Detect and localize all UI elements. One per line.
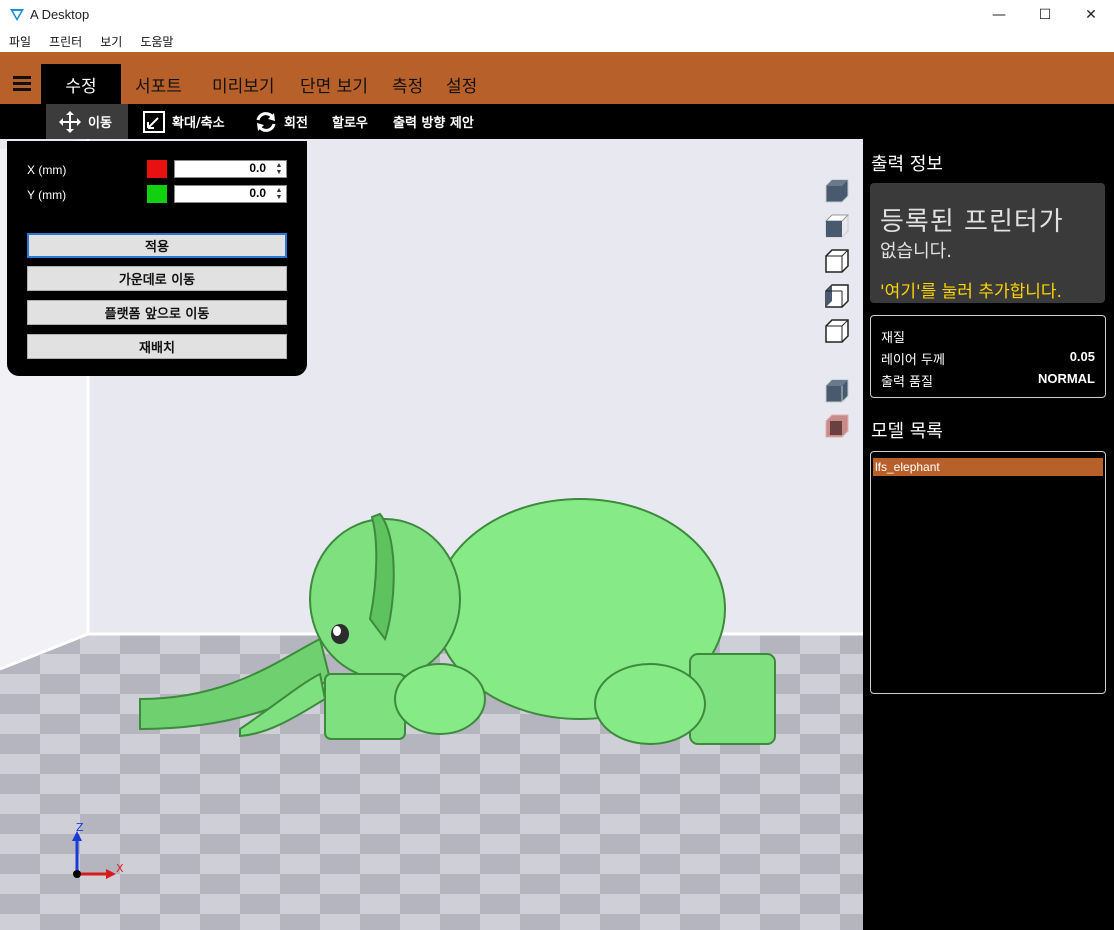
view-iso-cube-icon[interactable] <box>824 178 850 204</box>
hollow-tool-button[interactable]: 할로우 <box>332 104 368 139</box>
menu-view[interactable]: 보기 <box>91 30 131 52</box>
rotate-tool-label: 회전 <box>284 116 308 131</box>
window-title: A Desktop <box>30 7 90 22</box>
menu-help[interactable]: 도움말 <box>131 30 182 52</box>
close-button[interactable]: ✕ <box>1068 0 1114 30</box>
tab-settings[interactable]: 설정 <box>446 64 477 104</box>
apply-button[interactable]: 적용 <box>27 233 287 258</box>
material-label: 재질 <box>881 331 905 346</box>
orientation-suggest-label: 출력 방향 제안 <box>393 116 474 131</box>
menu-bar: 파일 프린터 보기 도움말 <box>0 30 1114 52</box>
y-spin-icon[interactable]: ▲ ▼ <box>273 187 285 201</box>
no-printer-box[interactable]: 등록된 프린터가 없습니다. '여기'를 눌러 추가합니다. <box>870 183 1105 303</box>
layer-thickness-label: 레이어 두께 <box>881 353 945 368</box>
layer-thickness-value: 0.05 <box>1069 349 1095 364</box>
print-settings-box: 재질 레이어 두께 0.05 출력 품질 NORMAL <box>870 315 1106 398</box>
maximize-button[interactable]: ☐ <box>1022 0 1068 30</box>
view-perspective-cube-icon[interactable] <box>824 378 850 404</box>
material-row: 재질 <box>881 327 1095 346</box>
y-input-value: 0.0 <box>249 186 266 200</box>
rotate-icon <box>256 111 276 132</box>
tab-edit[interactable]: 수정 <box>41 64 121 104</box>
move-to-center-button[interactable]: 가운데로 이동 <box>27 266 287 291</box>
print-quality-value: NORMAL <box>1037 371 1095 386</box>
title-bar: A Desktop — ☐ ✕ <box>0 0 1114 30</box>
move-arrows-icon <box>59 110 81 133</box>
scale-tool-label: 확대/축소 <box>172 116 225 131</box>
print-quality-label: 출력 품질 <box>881 375 933 390</box>
tab-section-view[interactable]: 단면 보기 <box>300 64 368 104</box>
view-front-cube-icon[interactable] <box>824 248 850 274</box>
view-left-cube-icon[interactable] <box>824 283 850 309</box>
z-axis-label: Z <box>76 821 84 834</box>
scale-icon <box>143 110 165 133</box>
add-printer-link[interactable]: '여기'를 눌러 추가합니다. <box>880 277 1062 302</box>
no-printer-line2: 없습니다. <box>880 241 952 262</box>
hamburger-menu-icon[interactable] <box>13 76 31 92</box>
move-tool-button[interactable]: 이동 <box>46 104 128 139</box>
move-tool-label: 이동 <box>88 116 112 131</box>
model-list: lfs_elephant <box>870 451 1106 694</box>
app-logo-icon <box>10 9 24 21</box>
edit-toolbar: 이동 확대/축소 회전 할로우 출력 방향 제안 <box>0 104 1114 139</box>
menu-file[interactable]: 파일 <box>0 30 40 52</box>
y-input[interactable]: 0.0 ▲ ▼ <box>174 185 287 203</box>
tab-measure[interactable]: 측정 <box>392 64 423 104</box>
no-printer-line1: 등록된 프린터가 <box>880 207 1064 237</box>
view-reset-cube-icon[interactable] <box>824 413 850 439</box>
hollow-tool-label: 할로우 <box>332 116 368 131</box>
model-list-item[interactable]: lfs_elephant <box>873 458 1103 476</box>
y-color-swatch <box>147 185 167 203</box>
move-to-platform-front-button[interactable]: 플랫폼 앞으로 이동 <box>27 300 287 325</box>
layer-thickness-row: 레이어 두께 0.05 <box>881 349 1095 368</box>
minimize-button[interactable]: — <box>976 0 1022 30</box>
move-panel: X (mm) 0.0 ▲ ▼ Y (mm) 0.0 ▲ ▼ 적용 가운데로 이동 플… <box>7 141 307 376</box>
x-field-label: X (mm) <box>27 163 67 177</box>
view-right-cube-icon[interactable] <box>824 318 850 344</box>
tab-preview[interactable]: 미리보기 <box>212 64 275 104</box>
side-panel: 출력 정보 등록된 프린터가 없습니다. '여기'를 눌러 추가합니다. 재질 … <box>863 139 1114 930</box>
x-axis-label: X <box>116 862 124 875</box>
model-list-heading: 모델 목록 <box>871 421 943 442</box>
x-input[interactable]: 0.0 ▲ ▼ <box>174 160 287 178</box>
print-info-heading: 출력 정보 <box>871 154 943 175</box>
orientation-suggest-button[interactable]: 출력 방향 제안 <box>393 104 474 139</box>
tab-support[interactable]: 서포트 <box>135 64 182 104</box>
scale-tool-button[interactable]: 확대/축소 <box>142 104 225 139</box>
print-quality-row: 출력 품질 NORMAL <box>881 371 1095 390</box>
x-color-swatch <box>147 160 167 178</box>
rotate-tool-button[interactable]: 회전 <box>254 104 308 139</box>
x-input-value: 0.0 <box>249 161 266 175</box>
mode-tab-bar: 수정 서포트 미리보기 단면 보기 측정 설정 <box>0 52 1114 104</box>
rearrange-button[interactable]: 재배치 <box>27 334 287 359</box>
menu-printer[interactable]: 프린터 <box>40 30 91 52</box>
x-spin-icon[interactable]: ▲ ▼ <box>273 162 285 176</box>
view-top-cube-icon[interactable] <box>824 213 850 239</box>
y-field-label: Y (mm) <box>27 188 67 202</box>
